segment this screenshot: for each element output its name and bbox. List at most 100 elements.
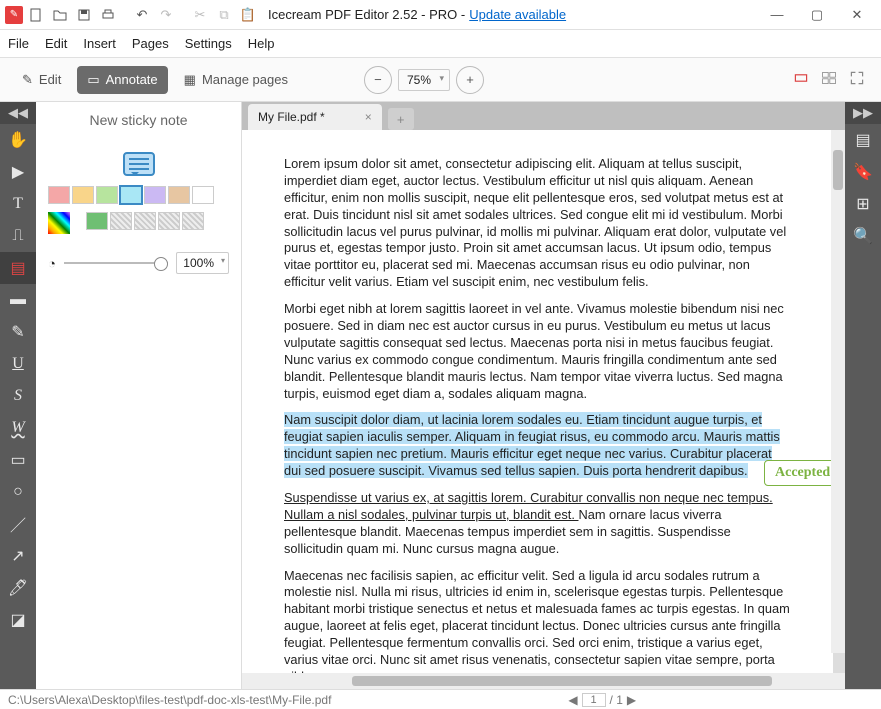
window-title: Icecream PDF Editor 2.52 - PRO - Update … [268, 7, 566, 22]
eraser-tool-icon[interactable]: ◪ [0, 604, 36, 636]
swatch-pink[interactable] [48, 186, 70, 204]
pencil-icon: ✎ [22, 72, 33, 88]
opacity-control: ◔ 100% [36, 234, 241, 292]
swatch-tan[interactable] [168, 186, 190, 204]
opacity-slider[interactable] [64, 262, 168, 264]
edit-label: Edit [39, 72, 61, 87]
swatch-white[interactable] [192, 186, 214, 204]
collapse-left-icon[interactable]: ◀◀ [0, 102, 36, 124]
zoom-in-button[interactable]: + [456, 66, 484, 94]
color-picker-icon[interactable] [48, 212, 70, 234]
manage-pages-button[interactable]: ▦ Manage pages [174, 66, 298, 94]
underline-tool-icon[interactable]: U [0, 348, 36, 380]
edit-mode-button[interactable]: ✎ Edit [12, 66, 71, 94]
page-total: / 1 [610, 693, 623, 707]
new-tab-button[interactable]: + [388, 108, 414, 130]
next-page-icon[interactable]: ▶ [627, 693, 636, 707]
menu-file[interactable]: File [8, 36, 29, 51]
status-bar: C:\Users\Alexa\Desktop\files-test\pdf-do… [0, 689, 881, 709]
rect-tool-icon[interactable]: ▭ [0, 444, 36, 476]
swatch-cyan[interactable] [120, 186, 142, 204]
doc-paragraph: Morbi eget nibh at lorem sagittis laoree… [284, 301, 791, 402]
color-swatches [36, 186, 241, 204]
menu-bar: File Edit Insert Pages Settings Help [0, 30, 881, 58]
page-navigation: ◀ 1 / 1 ▶ [568, 693, 636, 707]
stamp-tool-icon[interactable]: ⎍ [0, 220, 36, 252]
swatch-empty-3[interactable] [158, 212, 180, 230]
color-swatches-row2 [36, 204, 241, 234]
swatch-yellow[interactable] [72, 186, 94, 204]
tab-close-icon[interactable]: × [365, 110, 372, 124]
page-fit-icon[interactable] [821, 70, 841, 90]
annotate-mode-button[interactable]: ▭ Annotate [77, 66, 167, 94]
zoom-value[interactable]: 75% [398, 69, 450, 91]
minimize-button[interactable]: — [757, 1, 797, 29]
open-folder-icon[interactable] [49, 4, 71, 26]
opacity-value[interactable]: 100% [176, 252, 229, 274]
fullscreen-icon[interactable] [849, 70, 869, 90]
text-tool-icon[interactable]: T [0, 188, 36, 220]
horizontal-scrollbar[interactable] [242, 673, 845, 689]
swatch-empty-4[interactable] [182, 212, 204, 230]
strikeout-tool-icon[interactable]: S [0, 380, 36, 412]
update-link[interactable]: Update available [469, 7, 566, 22]
swatch-purple[interactable] [144, 186, 166, 204]
doc-paragraph: Suspendisse ut varius ex, at sagittis lo… [284, 490, 791, 558]
swatch-custom-green[interactable] [86, 212, 108, 230]
menu-help[interactable]: Help [248, 36, 275, 51]
tab-label: My File.pdf * [258, 110, 325, 124]
tool-options-panel: New sticky note ◔ 100% [36, 102, 242, 689]
arrow-tool-icon[interactable]: ↗ [0, 540, 36, 572]
note-preview [36, 138, 241, 186]
swatch-empty-1[interactable] [110, 212, 132, 230]
squiggly-tool-icon[interactable]: W [0, 412, 36, 444]
sticky-note-icon [123, 152, 155, 176]
circle-tool-icon[interactable]: ○ [0, 476, 36, 508]
left-tool-rail: ◀◀ ✋ ▶ T ⎍ ▤ ▬ ✎ U S W ▭ ○ ／ ↗ 🖊 ◪ [0, 102, 36, 689]
close-button[interactable]: ✕ [837, 1, 877, 29]
redo-icon[interactable]: ↷ [155, 4, 177, 26]
tab-strip: My File.pdf * × + [242, 102, 845, 130]
save-icon[interactable] [73, 4, 95, 26]
pencil-tool-icon[interactable]: ✎ [0, 316, 36, 348]
cut-icon[interactable]: ✂ [189, 4, 211, 26]
copy-icon[interactable]: ⧉ [213, 4, 235, 26]
menu-insert[interactable]: Insert [83, 36, 116, 51]
speech-bubble-icon: ▭ [87, 72, 99, 88]
highlight-tool-icon[interactable]: ▬ [0, 284, 36, 316]
undo-icon[interactable]: ↶ [131, 4, 153, 26]
doc-paragraph: Lorem ipsum dolor sit amet, consectetur … [284, 156, 791, 291]
attachments-icon[interactable]: ⊞ [845, 188, 881, 220]
select-tool-icon[interactable]: ▶ [0, 156, 36, 188]
hand-tool-icon[interactable]: ✋ [0, 124, 36, 156]
note-tool-icon[interactable]: ▤ [0, 252, 36, 284]
bookmarks-icon[interactable]: 🔖 [845, 156, 881, 188]
app-logo-icon: ✎ [5, 6, 23, 24]
workspace: ◀◀ ✋ ▶ T ⎍ ▤ ▬ ✎ U S W ▭ ○ ／ ↗ 🖊 ◪ New s… [0, 102, 881, 689]
new-file-icon[interactable] [25, 4, 47, 26]
line-tool-icon[interactable]: ／ [0, 508, 36, 540]
page-number-input[interactable]: 1 [582, 693, 606, 707]
right-nav-rail: ▶▶ ▤ 🔖 ⊞ 🔍 [845, 102, 881, 689]
swatch-green[interactable] [96, 186, 118, 204]
zoom-out-button[interactable]: − [364, 66, 392, 94]
annotate-label: Annotate [106, 72, 158, 87]
menu-settings[interactable]: Settings [185, 36, 232, 51]
thumbnails-icon[interactable]: ▤ [845, 124, 881, 156]
document-tab[interactable]: My File.pdf * × [248, 104, 382, 130]
swatch-empty-2[interactable] [134, 212, 156, 230]
maximize-button[interactable]: ▢ [797, 1, 837, 29]
menu-edit[interactable]: Edit [45, 36, 67, 51]
paste-icon[interactable]: 📋 [237, 4, 259, 26]
brush-tool-icon[interactable]: 🖊 [0, 572, 36, 604]
collapse-right-icon[interactable]: ▶▶ [845, 102, 881, 124]
document-page[interactable]: Lorem ipsum dolor sit amet, consectetur … [242, 130, 833, 673]
search-icon[interactable]: 🔍 [845, 220, 881, 252]
vertical-scrollbar[interactable] [831, 130, 845, 653]
print-icon[interactable] [97, 4, 119, 26]
prev-page-icon[interactable]: ◀ [568, 693, 577, 707]
page-width-icon[interactable] [793, 70, 813, 90]
app-name: Icecream PDF Editor 2.52 - PRO - [268, 7, 465, 22]
accepted-stamp[interactable]: Accepted [764, 460, 833, 486]
menu-pages[interactable]: Pages [132, 36, 169, 51]
